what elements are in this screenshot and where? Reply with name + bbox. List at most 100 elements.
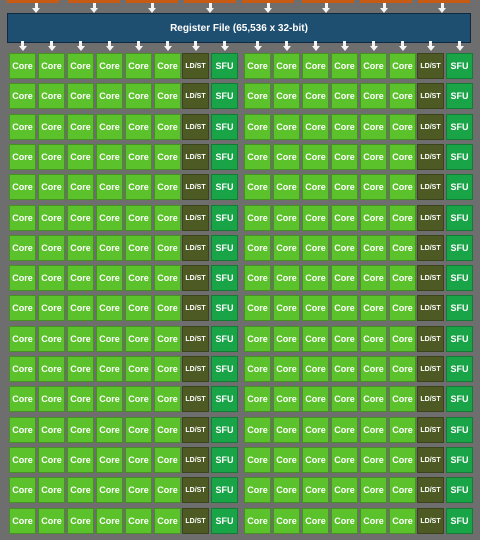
core-unit: Core [273, 508, 300, 534]
core-unit: Core [302, 205, 329, 231]
ldst-unit: LD/ST [417, 417, 444, 443]
core-unit: Core [38, 417, 65, 443]
sfu-unit: SFU [446, 295, 473, 321]
core-unit: Core [154, 447, 181, 473]
core-unit: Core [273, 174, 300, 200]
ldst-unit: LD/ST [417, 83, 444, 109]
dispatch-units-strip [0, 0, 480, 3]
core-unit: Core [154, 83, 181, 109]
core-unit: Core [360, 356, 387, 382]
core-unit: Core [389, 356, 416, 382]
ldst-unit: LD/ST [182, 477, 209, 503]
ldst-unit: LD/ST [182, 205, 209, 231]
core-unit: Core [125, 326, 152, 352]
core-unit: Core [389, 447, 416, 473]
sfu-unit: SFU [211, 508, 238, 534]
core-unit: Core [302, 386, 329, 412]
core-unit: Core [244, 386, 271, 412]
ldst-unit: LD/ST [182, 326, 209, 352]
core-unit: Core [331, 417, 358, 443]
down-arrow-icon [253, 41, 262, 51]
core-unit: Core [9, 477, 36, 503]
core-unit: Core [331, 83, 358, 109]
core-unit: Core [9, 53, 36, 79]
core-unit: Core [154, 417, 181, 443]
core-unit: Core [360, 386, 387, 412]
core-unit: Core [125, 114, 152, 140]
sfu-unit: SFU [446, 386, 473, 412]
core-unit: Core [331, 205, 358, 231]
sfu-unit: SFU [446, 326, 473, 352]
sfu-unit: SFU [446, 53, 473, 79]
core-unit: Core [96, 205, 123, 231]
sfu-unit: SFU [211, 174, 238, 200]
sfu-unit: SFU [446, 477, 473, 503]
core-unit: Core [302, 477, 329, 503]
core-unit: Core [302, 235, 329, 261]
ldst-unit: LD/ST [182, 417, 209, 443]
core-unit: Core [154, 356, 181, 382]
down-arrow-icon [134, 41, 143, 51]
core-unit: Core [67, 265, 94, 291]
down-arrow-icon [426, 41, 435, 51]
down-arrow-icon [369, 41, 378, 51]
core-unit: Core [125, 83, 152, 109]
core-unit: Core [9, 265, 36, 291]
core-unit: Core [154, 386, 181, 412]
register-file: Register File (65,536 x 32-bit) [7, 13, 471, 43]
ldst-unit: LD/ST [417, 114, 444, 140]
core-unit: Core [302, 83, 329, 109]
core-unit: Core [38, 356, 65, 382]
core-unit: Core [9, 83, 36, 109]
core-unit: Core [125, 174, 152, 200]
sfu-unit: SFU [446, 417, 473, 443]
core-unit: Core [273, 417, 300, 443]
core-unit: Core [360, 447, 387, 473]
register-file-label: Register File (65,536 x 32-bit) [170, 22, 308, 34]
core-unit: Core [331, 477, 358, 503]
core-unit: Core [38, 477, 65, 503]
core-unit: Core [9, 356, 36, 382]
ldst-unit: LD/ST [417, 386, 444, 412]
core-unit: Core [96, 114, 123, 140]
core-unit: Core [154, 326, 181, 352]
core-unit: Core [360, 114, 387, 140]
core-unit: Core [9, 144, 36, 170]
core-unit: Core [302, 356, 329, 382]
ldst-unit: LD/ST [417, 235, 444, 261]
core-unit: Core [96, 356, 123, 382]
down-arrow-icon [18, 41, 27, 51]
core-unit: Core [154, 174, 181, 200]
ldst-unit: LD/ST [182, 174, 209, 200]
core-unit: Core [125, 477, 152, 503]
core-unit: Core [331, 53, 358, 79]
core-unit: Core [244, 174, 271, 200]
core-unit: Core [360, 144, 387, 170]
core-unit: Core [273, 386, 300, 412]
core-unit: Core [331, 356, 358, 382]
core-unit: Core [125, 417, 152, 443]
core-unit: Core [389, 265, 416, 291]
ldst-unit: LD/ST [417, 508, 444, 534]
core-unit: Core [331, 235, 358, 261]
sfu-unit: SFU [211, 417, 238, 443]
sfu-unit: SFU [211, 114, 238, 140]
core-unit: Core [273, 114, 300, 140]
sfu-unit: SFU [446, 356, 473, 382]
sfu-unit: SFU [211, 295, 238, 321]
ldst-unit: LD/ST [417, 326, 444, 352]
core-unit: Core [244, 114, 271, 140]
core-unit: Core [244, 326, 271, 352]
ldst-unit: LD/ST [182, 295, 209, 321]
core-unit: Core [244, 144, 271, 170]
core-unit: Core [244, 295, 271, 321]
core-unit: Core [125, 295, 152, 321]
core-unit: Core [331, 508, 358, 534]
core-unit: Core [96, 235, 123, 261]
core-unit: Core [67, 174, 94, 200]
core-unit: Core [360, 295, 387, 321]
down-arrow-icon [220, 41, 229, 51]
core-unit: Core [38, 53, 65, 79]
sfu-unit: SFU [446, 508, 473, 534]
down-arrow-icon [398, 41, 407, 51]
